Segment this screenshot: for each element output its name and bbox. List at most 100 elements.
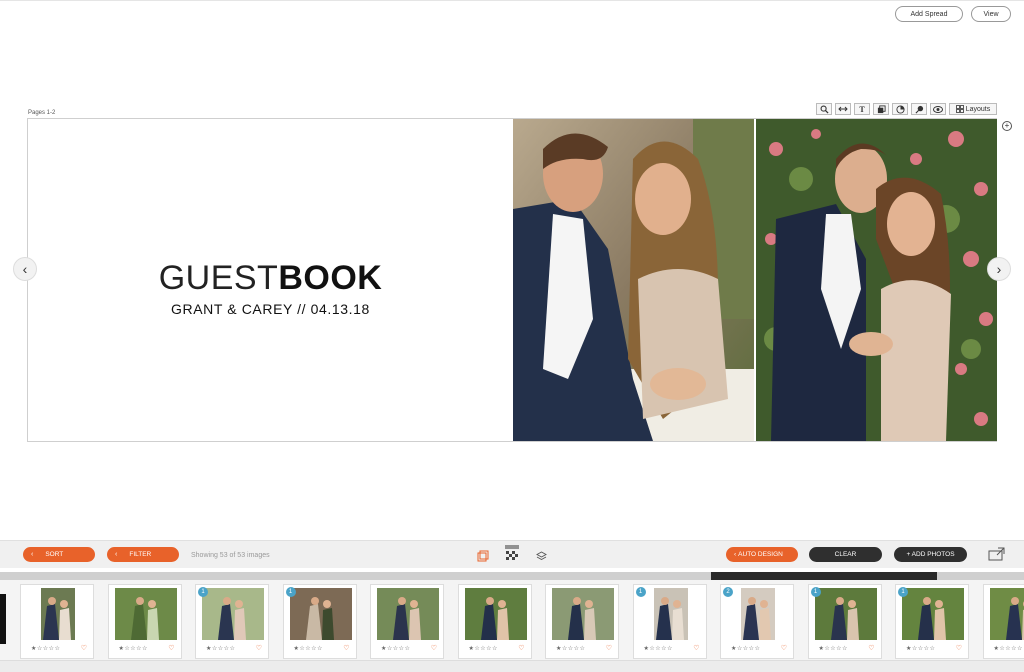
thumbnail-image (989, 588, 1024, 640)
star-rating[interactable]: ★☆☆☆☆ (556, 645, 585, 652)
grid-icon (955, 105, 964, 113)
album-spread[interactable]: GUESTBOOK GRANT & CAREY // 04.13.18 (27, 118, 997, 442)
usage-count-badge: 1 (285, 587, 296, 597)
heart-icon[interactable]: ♡ (256, 644, 262, 652)
heart-icon[interactable]: ♡ (431, 644, 437, 652)
photo-couple-flowers[interactable] (756, 119, 997, 441)
heart-icon[interactable]: ♡ (868, 644, 874, 652)
thumbnail-image (464, 588, 527, 640)
heart-icon[interactable]: ♡ (693, 644, 699, 652)
app-root: Add Spread View Pages 1-2 T Layouts GUES… (0, 0, 1024, 672)
partial-thumbnail (0, 594, 6, 644)
thumbnail-image (289, 588, 352, 640)
spread-toolbar: T Layouts (816, 103, 997, 115)
thumbnail-image (727, 588, 789, 640)
stack-view-icon[interactable] (477, 549, 489, 567)
title-light: GUEST (158, 259, 279, 297)
filmstrip-footer (0, 660, 1024, 672)
copy-icon[interactable] (873, 103, 889, 115)
thumbnail-image (377, 588, 439, 640)
photo-thumbnail[interactable]: ★☆☆☆☆ ♡ (457, 584, 532, 659)
layers-icon[interactable] (536, 549, 547, 567)
filter-button[interactable]: ‹ FILTER (107, 547, 179, 562)
swap-icon[interactable] (835, 103, 851, 115)
heart-icon[interactable]: ♡ (168, 644, 174, 652)
chevron-left-icon: ‹ (115, 551, 118, 558)
chevron-left-icon: ‹ (31, 551, 34, 558)
next-spread-button[interactable]: › (987, 257, 1011, 281)
auto-design-button[interactable]: ‹ AUTO DESIGN (726, 547, 798, 562)
export-icon[interactable] (988, 547, 1006, 566)
left-page[interactable]: GUESTBOOK GRANT & CAREY // 04.13.18 (28, 119, 513, 441)
star-rating[interactable]: ★☆☆☆☆ (906, 645, 935, 652)
layouts-label: Layouts (965, 105, 991, 113)
top-bar: Add Spread View (0, 0, 1024, 28)
sort-label: SORT (45, 551, 64, 558)
star-rating[interactable]: ★☆☆☆☆ (644, 645, 673, 652)
star-rating[interactable]: ★☆☆☆☆ (731, 645, 760, 652)
heart-icon[interactable]: ♡ (343, 644, 349, 652)
thumbnail-image (639, 588, 702, 640)
guestbook-title[interactable]: GUESTBOOK (28, 259, 513, 298)
pages-label: Pages 1-2 (28, 110, 56, 116)
photo-thumbnail[interactable]: ★☆☆☆☆ ♡ (545, 584, 619, 659)
zoom-icon[interactable] (816, 103, 832, 115)
usage-count-badge: 1 (810, 587, 821, 597)
photo-filmstrip: ★☆☆☆☆ ♡ ★☆☆☆☆ ♡ ★☆☆☆☆ ♡ 1 ★☆☆☆☆ ♡ 1 ★☆☆☆☆ ♡ ★☆☆☆☆ ♡ ★☆… (0, 580, 1024, 672)
photo-thumbnail[interactable]: ★☆☆☆☆ ♡ 1 (895, 584, 969, 659)
color-icon[interactable] (892, 103, 908, 115)
prev-spread-button[interactable]: ‹ (13, 257, 37, 281)
filmstrip-scroll-thumb[interactable] (711, 572, 937, 580)
pin-icon[interactable] (911, 103, 927, 115)
photo-thumbnail[interactable]: ★☆☆☆☆ ♡ 1 (195, 584, 269, 659)
star-rating[interactable]: ★☆☆☆☆ (119, 645, 148, 652)
star-rating[interactable]: ★☆☆☆☆ (819, 645, 848, 652)
usage-count-badge: 1 (898, 587, 908, 597)
add-spread-button[interactable]: Add Spread (895, 6, 963, 22)
add-page-button[interactable]: + (1002, 121, 1012, 131)
grid-view-icon[interactable] (505, 545, 519, 568)
text-icon[interactable]: T (854, 103, 870, 115)
plus-icon: + (1004, 121, 1010, 130)
thumbnail-image (902, 588, 964, 640)
photo-thumbnail[interactable]: ★☆☆☆☆ ♡ 1 (282, 584, 357, 659)
star-rating[interactable]: ★☆☆☆☆ (206, 645, 235, 652)
heart-icon[interactable]: ♡ (81, 644, 87, 652)
photo-couple-sitting[interactable] (513, 119, 754, 441)
add-photos-button[interactable]: + ADD PHOTOS (894, 547, 967, 562)
view-button[interactable]: View (971, 6, 1011, 22)
photo-thumbnail[interactable]: ★☆☆☆☆ ♡ 1 (807, 584, 882, 659)
heart-icon[interactable]: ♡ (781, 644, 787, 652)
guestbook-subtitle[interactable]: GRANT & CAREY // 04.13.18 (28, 301, 513, 317)
star-rating[interactable]: ★☆☆☆☆ (294, 645, 323, 652)
heart-icon[interactable]: ♡ (956, 644, 962, 652)
star-rating[interactable]: ★☆☆☆☆ (381, 645, 410, 652)
thumbnail-image (27, 588, 89, 640)
star-rating[interactable]: ★☆☆☆☆ (469, 645, 498, 652)
photo-thumbnail[interactable]: ★☆☆☆☆ ♡ (107, 584, 182, 659)
heart-icon[interactable]: ♡ (606, 644, 612, 652)
eye-icon[interactable] (930, 103, 946, 115)
photo-thumbnail[interactable]: ★☆☆☆☆ ♡ 2 (720, 584, 794, 659)
photo-thumbnail[interactable]: ★☆☆☆☆ ♡ (20, 584, 94, 659)
photo-thumbnail[interactable]: ★☆☆☆☆ ♡ 1 (632, 584, 707, 659)
thumbnail-image (814, 588, 877, 640)
filter-label: FILTER (129, 551, 152, 558)
chevron-left-icon: ‹ (22, 261, 28, 277)
usage-count-badge: 1 (635, 587, 646, 597)
usage-count-badge: 1 (198, 587, 208, 597)
sort-button[interactable]: ‹ SORT (23, 547, 95, 562)
chevron-right-icon: › (996, 261, 1002, 277)
clear-button[interactable]: CLEAR (809, 547, 882, 562)
layouts-button[interactable]: Layouts (949, 103, 997, 115)
photo-toolbar: ‹ SORT ‹ FILTER Showing 53 of 53 images … (0, 540, 1024, 568)
thumbnail-image (552, 588, 614, 640)
heart-icon[interactable]: ♡ (518, 644, 524, 652)
star-rating[interactable]: ★☆☆☆☆ (994, 645, 1023, 652)
photo-thumbnail[interactable]: ★☆☆☆☆ ♡ (370, 584, 444, 659)
star-rating[interactable]: ★☆☆☆☆ (31, 645, 60, 652)
title-bold: BOOK (278, 259, 383, 297)
chevron-left-icon: ‹ (734, 551, 737, 558)
usage-count-badge: 2 (723, 587, 733, 597)
photo-thumbnail[interactable]: ★☆☆☆☆♡ (982, 584, 1024, 659)
